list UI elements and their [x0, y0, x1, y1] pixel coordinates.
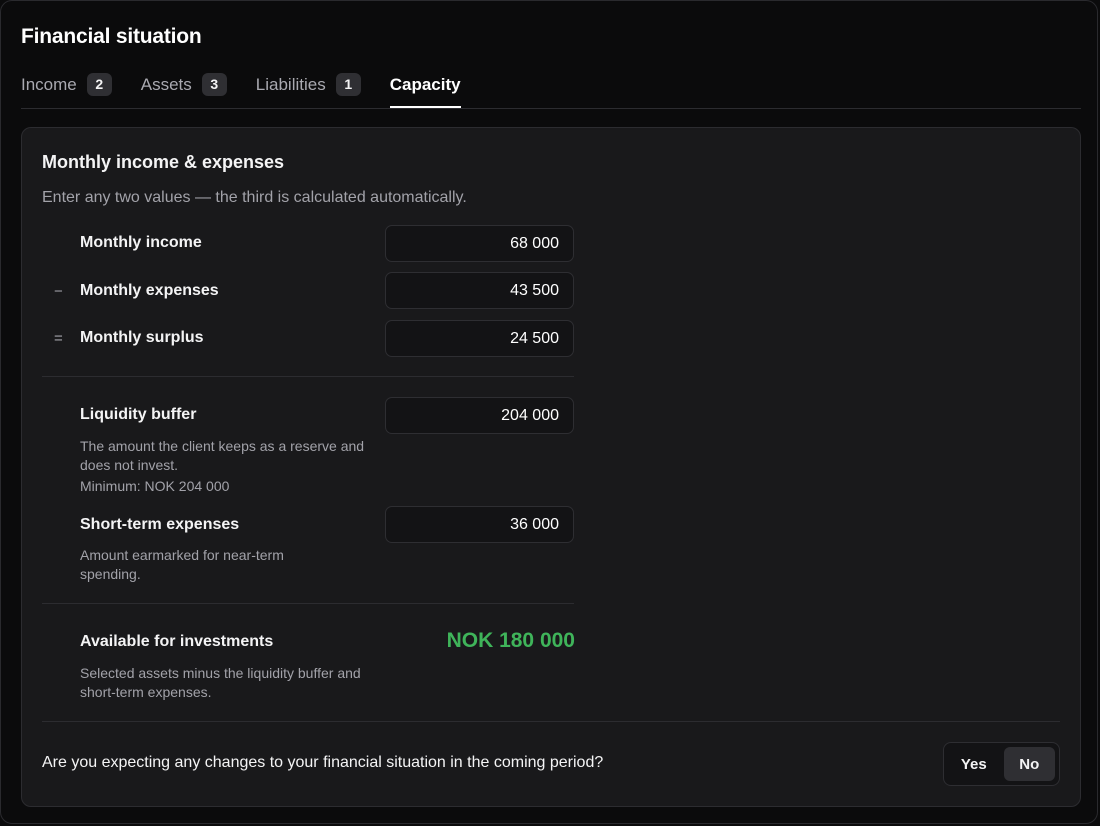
- monthly-income-input[interactable]: [385, 225, 574, 262]
- short-term-expenses-label: Short-term expenses: [80, 516, 240, 533]
- no-button[interactable]: No: [1003, 747, 1055, 781]
- short-term-expenses-input[interactable]: [385, 506, 574, 543]
- tab-assets-label: Assets: [140, 75, 192, 94]
- yes-no-toggle: Yes No: [943, 742, 1060, 786]
- capacity-card: Monthly income & expenses Enter any two …: [21, 127, 1081, 807]
- tab-liabilities[interactable]: Liabilities 1: [256, 73, 361, 108]
- available-for-investments-label: Available for investments: [80, 633, 274, 650]
- yes-button[interactable]: Yes: [948, 747, 1000, 781]
- monthly-expenses-input[interactable]: [385, 272, 574, 309]
- tab-assets-count-badge: 3: [201, 73, 227, 96]
- divider: [42, 721, 1060, 722]
- tab-assets[interactable]: Assets 3: [141, 73, 227, 108]
- tab-liabilities-label: Liabilities: [255, 75, 326, 94]
- monthly-income-label: Monthly income: [80, 234, 202, 251]
- tab-bar: Income 2 Assets 3 Liabilities 1 Capacity: [21, 73, 1081, 109]
- changes-question: Are you expecting any changes to your fi…: [42, 754, 604, 771]
- available-for-investments-help: Selected assets minus the liquidity buff…: [80, 665, 361, 700]
- tab-capacity-label: Capacity: [389, 75, 461, 94]
- minus-operator: −: [54, 283, 63, 300]
- app-window: Financial situation Income 2 Assets 3 Li…: [0, 0, 1098, 824]
- tab-capacity[interactable]: Capacity: [389, 73, 461, 108]
- divider: [42, 603, 574, 604]
- monthly-surplus-label: Monthly surplus: [80, 329, 204, 346]
- monthly-expenses-label: Monthly expenses: [80, 282, 219, 299]
- liquidity-buffer-help: The amount the client keeps as a reserve…: [80, 438, 365, 473]
- page-title: Financial situation: [21, 25, 202, 48]
- liquidity-buffer-minimum: Minimum: NOK 204 000: [80, 478, 230, 494]
- liquidity-buffer-label: Liquidity buffer: [80, 406, 197, 423]
- tab-liabilities-count-badge: 1: [335, 73, 361, 96]
- tab-income-label: Income: [21, 75, 77, 94]
- liquidity-buffer-input[interactable]: [385, 397, 574, 434]
- card-title: Monthly income & expenses: [42, 152, 285, 172]
- equals-operator: =: [54, 330, 63, 347]
- tab-income[interactable]: Income 2: [21, 73, 112, 108]
- available-for-investments-value: NOK 180 000: [446, 629, 575, 652]
- card-subtitle: Enter any two values — the third is calc…: [42, 189, 467, 206]
- divider: [42, 376, 574, 377]
- monthly-surplus-input[interactable]: [385, 320, 574, 357]
- tab-income-count-badge: 2: [86, 73, 112, 96]
- short-term-expenses-help: Amount earmarked for near-term spending.: [80, 547, 284, 582]
